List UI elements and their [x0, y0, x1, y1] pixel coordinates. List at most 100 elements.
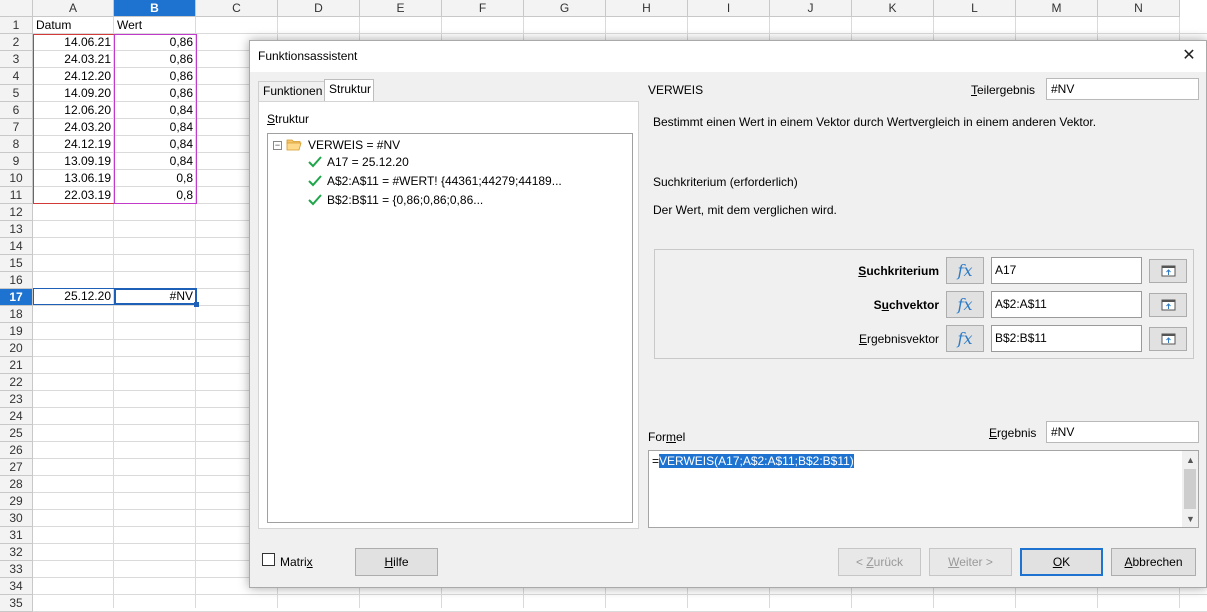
dialog-titlebar: Funktionsassistent ✕ [250, 41, 1206, 72]
row-header-34[interactable]: 34 [0, 578, 33, 595]
column-header-e[interactable]: E [360, 0, 442, 17]
tree-child-1[interactable]: A17 = 25.12.20 [327, 153, 409, 171]
column-header-a[interactable]: A [33, 0, 114, 17]
column-header-k[interactable]: K [852, 0, 934, 17]
column-header-m[interactable]: M [1016, 0, 1098, 17]
tab-funktionen[interactable]: Funktionen [258, 81, 325, 101]
column-header-h[interactable]: H [606, 0, 688, 17]
matrix-label: Matrix [280, 555, 313, 569]
row-header-20[interactable]: 20 [0, 340, 33, 357]
collapse-icon[interactable]: − [273, 141, 282, 150]
fx-button-suchvektor[interactable]: fx [946, 291, 984, 318]
param-title: Suchkriterium (erforderlich) [653, 175, 798, 189]
column-header-g[interactable]: G [524, 0, 606, 17]
select-all-corner[interactable] [0, 0, 33, 17]
row-header-13[interactable]: 13 [0, 221, 33, 238]
tab-struktur[interactable]: Struktur [324, 79, 374, 102]
row-header-25[interactable]: 25 [0, 425, 33, 442]
column-header-b[interactable]: B [114, 0, 196, 17]
scrollbar-thumb[interactable] [1184, 469, 1196, 509]
row-header-9[interactable]: 9 [0, 153, 33, 170]
checkmark-icon [308, 175, 322, 187]
range-highlight-a [33, 34, 115, 204]
row-header-15[interactable]: 15 [0, 255, 33, 272]
row-header-4[interactable]: 4 [0, 68, 33, 85]
formula-selection: VERWEIS(A17;A$2:A$11;B$2:B$11) [659, 454, 854, 468]
row-header-1[interactable]: 1 [0, 17, 33, 34]
arg-input-ergebnisvektor[interactable]: B$2:B$11 [991, 325, 1142, 352]
row-header-35[interactable]: 35 [0, 595, 33, 612]
cancel-button[interactable]: Abbrechen [1111, 548, 1196, 576]
row-header-17[interactable]: 17 [0, 289, 33, 306]
next-button[interactable]: Weiter > [929, 548, 1012, 576]
fx-button-suchkriterium[interactable]: fx [946, 257, 984, 284]
matrix-checkbox[interactable] [262, 553, 275, 566]
row-header-30[interactable]: 30 [0, 510, 33, 527]
row-header-31[interactable]: 31 [0, 527, 33, 544]
teilergebnis-label-rest: eilergebnis [977, 83, 1036, 97]
row-header-19[interactable]: 19 [0, 323, 33, 340]
checkmark-icon [308, 156, 322, 168]
param-description: Der Wert, mit dem verglichen wird. [653, 203, 837, 217]
row-header-33[interactable]: 33 [0, 561, 33, 578]
row-header-14[interactable]: 14 [0, 238, 33, 255]
autofill-handle[interactable] [194, 302, 199, 307]
function-wizard-dialog: Funktionsassistent ✕ Funktionen Struktur… [249, 40, 1207, 588]
column-header-j[interactable]: J [770, 0, 852, 17]
row-header-21[interactable]: 21 [0, 357, 33, 374]
help-button[interactable]: Hilfe [355, 548, 438, 576]
arg-input-suchvektor[interactable]: A$2:A$11 [991, 291, 1142, 318]
row-header-10[interactable]: 10 [0, 170, 33, 187]
back-button[interactable]: < Zurück [838, 548, 921, 576]
ergebnis-field[interactable]: #NV [1046, 421, 1199, 443]
checkmark-icon [308, 194, 322, 206]
cell-a17[interactable]: 25.12.20 [33, 288, 114, 305]
scroll-down-icon[interactable]: ▼ [1186, 514, 1195, 524]
row-header-2[interactable]: 2 [0, 34, 33, 51]
formula-scrollbar[interactable]: ▲ ▼ [1182, 451, 1198, 527]
column-header-i[interactable]: I [688, 0, 770, 17]
ok-button[interactable]: OK [1020, 548, 1103, 576]
column-header-n[interactable]: N [1098, 0, 1180, 17]
column-header-c[interactable]: C [196, 0, 278, 17]
row-header-8[interactable]: 8 [0, 136, 33, 153]
tree-root[interactable]: VERWEIS = #NV [308, 136, 400, 154]
row-header-7[interactable]: 7 [0, 119, 33, 136]
tree-child-3[interactable]: B$2:B$11 = {0,86;0,86;0,86... [327, 191, 483, 209]
arg-input-suchkriterium[interactable]: A17 [991, 257, 1142, 284]
row-header-11[interactable]: 11 [0, 187, 33, 204]
column-header-d[interactable]: D [278, 0, 360, 17]
column-header-l[interactable]: L [934, 0, 1016, 17]
row-header-16[interactable]: 16 [0, 272, 33, 289]
fx-button-ergebnisvektor[interactable]: fx [946, 325, 984, 352]
row-header-6[interactable]: 6 [0, 102, 33, 119]
formula-editor[interactable]: =VERWEIS(A17;A$2:A$11;B$2:B$11) ▲ ▼ [648, 450, 1199, 528]
cell-b17[interactable]: #NV [114, 288, 196, 305]
arg-label-suchkriterium: Suchkriterium [858, 264, 939, 278]
row-header-23[interactable]: 23 [0, 391, 33, 408]
tree-child-2[interactable]: A$2:A$11 = #WERT! {44361;44279;44189... [327, 172, 562, 190]
row-header-12[interactable]: 12 [0, 204, 33, 221]
cell-b1[interactable]: Wert [114, 17, 196, 34]
formula-prefix: = [652, 454, 660, 468]
row-header-24[interactable]: 24 [0, 408, 33, 425]
row-header-28[interactable]: 28 [0, 476, 33, 493]
row-header-26[interactable]: 26 [0, 442, 33, 459]
teilergebnis-field[interactable]: #NV [1046, 78, 1199, 100]
row-header-22[interactable]: 22 [0, 374, 33, 391]
cell-a1[interactable]: Datum [33, 17, 114, 34]
row-header-32[interactable]: 32 [0, 544, 33, 561]
row-header-27[interactable]: 27 [0, 459, 33, 476]
shrink-button-suchvektor[interactable] [1149, 293, 1187, 317]
close-icon[interactable]: ✕ [1180, 47, 1198, 65]
row-header-3[interactable]: 3 [0, 51, 33, 68]
shrink-button-suchkriterium[interactable] [1149, 259, 1187, 283]
arguments-box: Suchkriterium fx A17 Suchvektor fx A$2:A… [654, 249, 1194, 359]
structure-tree[interactable]: − VERWEIS = #NV A17 = 25.12.20 A$2:A$11 … [267, 133, 633, 523]
row-header-29[interactable]: 29 [0, 493, 33, 510]
scroll-up-icon[interactable]: ▲ [1186, 455, 1195, 465]
row-header-18[interactable]: 18 [0, 306, 33, 323]
column-header-f[interactable]: F [442, 0, 524, 17]
row-header-5[interactable]: 5 [0, 85, 33, 102]
shrink-button-ergebnisvektor[interactable] [1149, 327, 1187, 351]
